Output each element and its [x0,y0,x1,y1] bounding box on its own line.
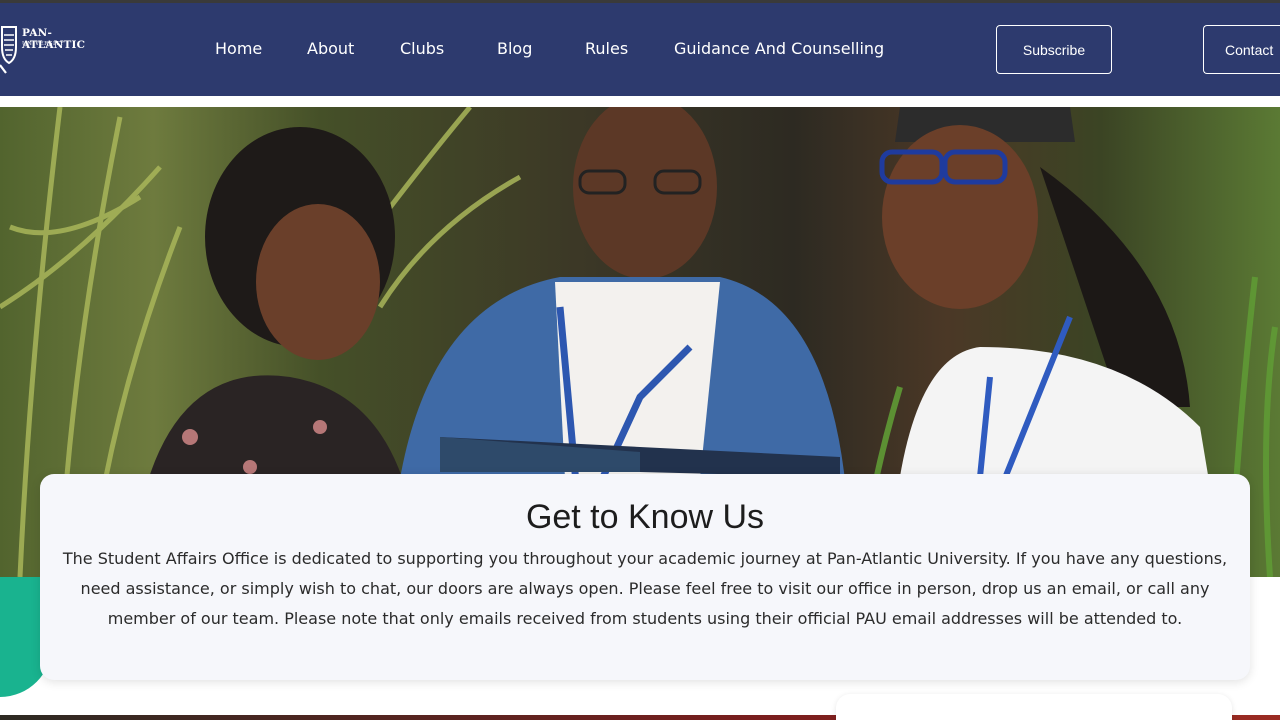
nav-clubs[interactable]: Clubs [400,39,444,58]
logo-name: PAN-ATLANTIC [22,27,86,51]
intro-card: Get to Know Us The Student Affairs Offic… [40,474,1250,680]
university-logo[interactable]: PAN-ATLANTIC UNIVERSITY [0,23,110,77]
navbar: PAN-ATLANTIC UNIVERSITY Home About Clubs… [0,3,1280,96]
intro-body: The Student Affairs Office is dedicated … [62,549,1228,628]
logo-subtitle: UNIVERSITY [22,41,64,47]
contact-button[interactable]: Contact [1203,25,1280,74]
intro-title: Get to Know Us [525,498,765,536]
subscribe-button[interactable]: Subscribe [996,25,1112,74]
nav-home[interactable]: Home [215,39,262,58]
nav-guidance-and-counselling[interactable]: Guidance And Counselling [674,39,884,58]
side-card [836,694,1232,720]
nav-rules[interactable]: Rules [585,39,628,58]
nav-about[interactable]: About [307,39,354,58]
crest-icon [0,26,17,74]
nav-blog[interactable]: Blog [497,39,532,58]
